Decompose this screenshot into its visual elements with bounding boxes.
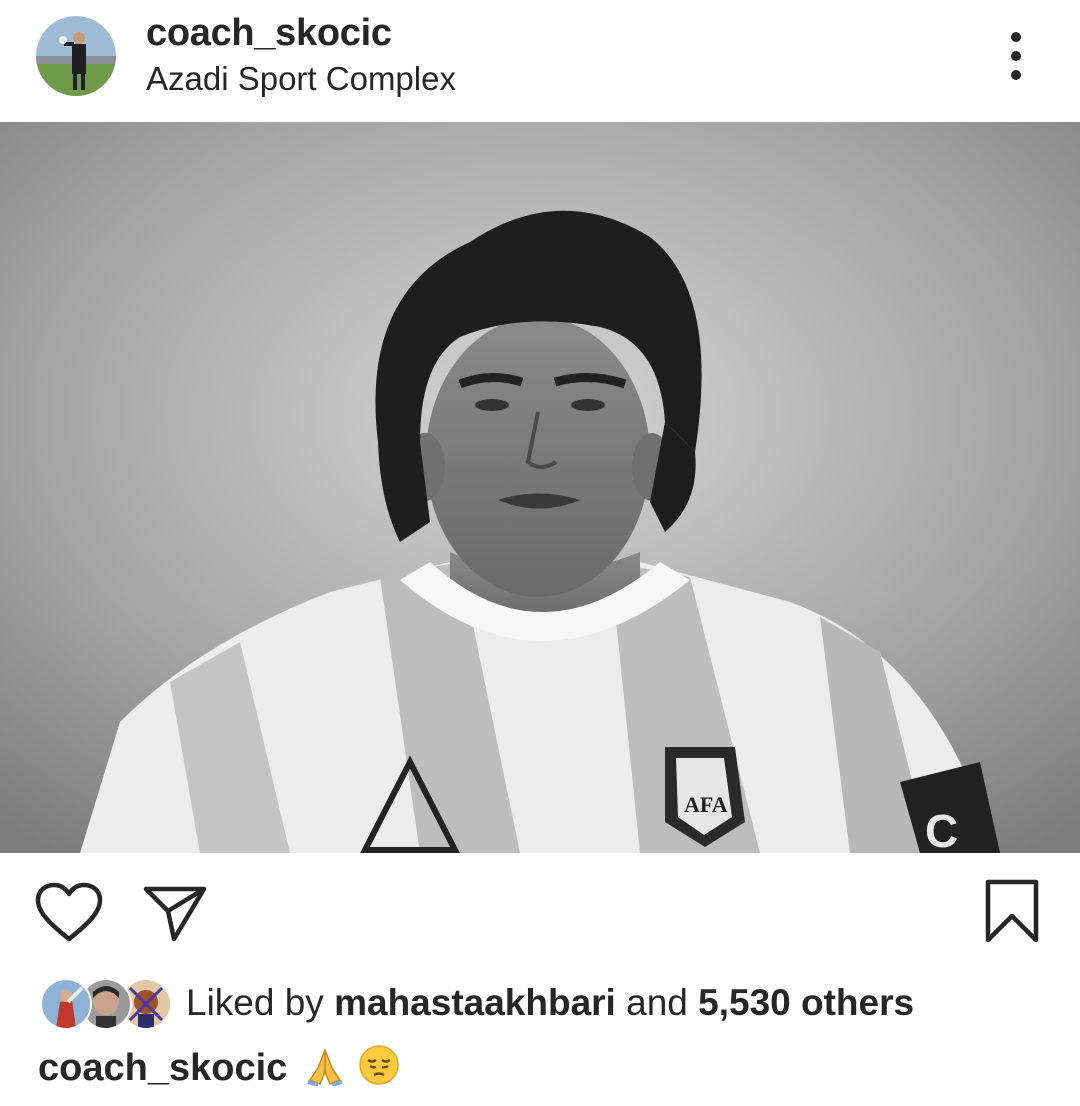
liker-avatar <box>40 978 92 1030</box>
post-username[interactable]: coach_skocic <box>146 12 392 55</box>
profile-avatar[interactable] <box>36 16 116 96</box>
svg-text:AFA: AFA <box>684 792 728 817</box>
more-options-icon[interactable] <box>996 28 1036 84</box>
liked-and-label: and <box>626 982 688 1023</box>
post-header: coach_skocic Azadi Sport Complex <box>0 0 1080 122</box>
send-icon[interactable] <box>140 881 210 945</box>
liked-by-user[interactable]: mahastaakhbari <box>334 982 616 1023</box>
liked-others-count[interactable]: 5,530 others <box>698 982 914 1023</box>
liked-by-label: Liked by <box>186 982 324 1023</box>
likes-summary[interactable]: Liked by mahastaakhbari and 5,530 others <box>186 982 914 1024</box>
folded-hands-emoji <box>304 1046 346 1096</box>
post-location[interactable]: Azadi Sport Complex <box>146 60 456 98</box>
bookmark-icon[interactable] <box>980 878 1044 948</box>
heart-icon[interactable] <box>34 881 104 945</box>
post-photo[interactable]: C AFA <box>0 122 1080 853</box>
svg-text:C: C <box>925 805 958 853</box>
caption-username[interactable]: coach_skocic <box>38 1047 287 1089</box>
pensive-face-emoji <box>358 1044 400 1096</box>
post-caption: coach_skocic <box>38 1044 400 1096</box>
likes-row: Liked by mahastaakhbari and 5,530 others <box>40 976 1040 1032</box>
liker-avatars[interactable] <box>40 978 172 1030</box>
